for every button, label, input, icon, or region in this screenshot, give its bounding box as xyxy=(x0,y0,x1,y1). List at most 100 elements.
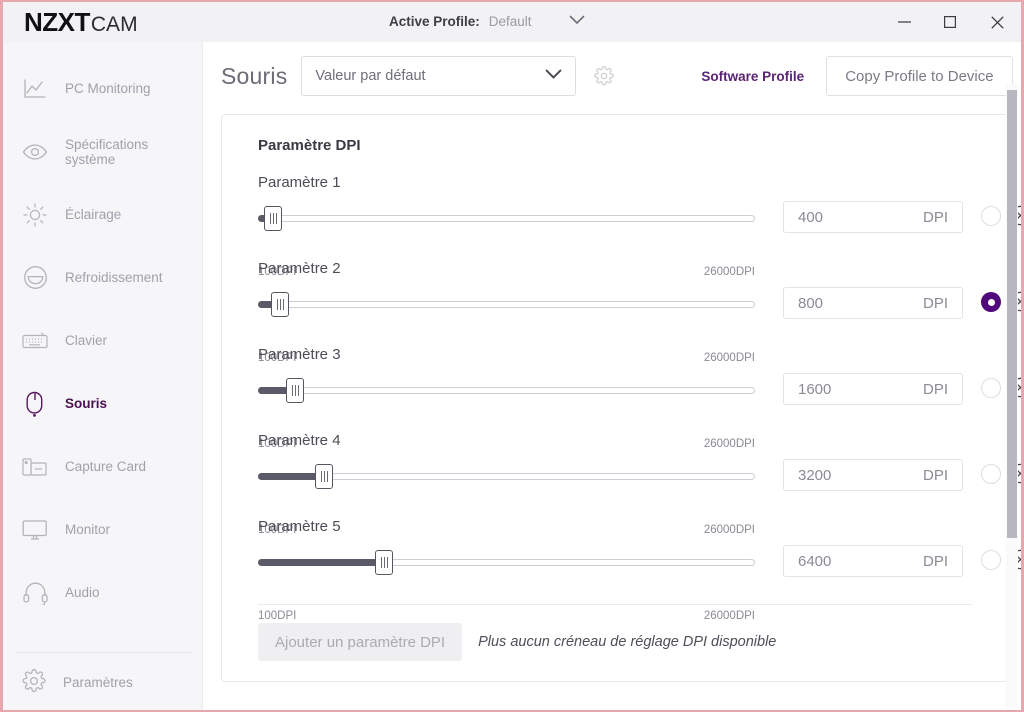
dpi-row: Paramètre 1 100DPI 26000DPI 400 DPI xyxy=(258,174,1021,278)
card-title: Paramètre DPI xyxy=(258,137,361,154)
dpi-value: 400 xyxy=(798,208,824,226)
sidebar-item-system-specs[interactable]: Spécifications système xyxy=(3,120,202,183)
dpi-settings-card: Paramètre DPI Paramètre 1 100DPI 26000DPI 4… xyxy=(221,114,1021,682)
dpi-slots-note: Plus aucun créneau de réglage DPI dispon… xyxy=(478,634,777,650)
dpi-active-radio[interactable] xyxy=(981,550,1001,570)
sidebar-item-label: PC Monitoring xyxy=(65,81,151,96)
dpi-value-input[interactable]: 800 DPI xyxy=(783,287,963,319)
chevron-down-icon xyxy=(545,68,562,84)
sidebar: PC Monitoring Spécifications système Écl… xyxy=(3,42,203,710)
cooling-icon xyxy=(22,265,48,291)
dpi-active-radio[interactable] xyxy=(981,378,1001,398)
dpi-slider-track[interactable] xyxy=(258,387,755,394)
dpi-slider[interactable]: 100DPI 26000DPI xyxy=(258,292,755,364)
dpi-value-input[interactable]: 3200 DPI xyxy=(783,459,963,491)
dpi-row-label: Paramètre 1 xyxy=(258,174,341,191)
copy-profile-label: Copy Profile to Device xyxy=(845,67,994,85)
logo-cam-text: CAM xyxy=(90,12,138,36)
dpi-row: Paramètre 4 100DPI 26000DPI 3200 DPI xyxy=(258,432,1021,536)
chevron-down-icon[interactable] xyxy=(569,12,585,30)
title-bar: NZXT CAM Active Profile: Default xyxy=(3,2,1021,42)
dpi-row-label: Paramètre 2 xyxy=(258,260,341,277)
sidebar-item-mouse[interactable]: Souris xyxy=(3,372,202,435)
dpi-slider-thumb[interactable] xyxy=(271,292,289,317)
dpi-rows-container: Paramètre 1 100DPI 26000DPI 400 DPI Paramètre… xyxy=(240,174,1021,622)
sidebar-item-audio[interactable]: Audio xyxy=(3,561,202,624)
dpi-row: Paramètre 3 100DPI 26000DPI 1600 DPI xyxy=(258,346,1021,450)
active-profile-selector[interactable]: Active Profile: Default xyxy=(389,12,585,30)
sun-icon xyxy=(22,202,48,228)
sidebar-item-label: Clavier xyxy=(65,333,108,348)
nzxt-cam-window: NZXT CAM Active Profile: Default PC Moni… xyxy=(0,0,1024,712)
dpi-active-radio[interactable] xyxy=(981,464,1001,484)
headset-icon xyxy=(22,580,48,606)
copy-profile-to-device-button[interactable]: Copy Profile to Device xyxy=(826,56,1013,96)
card-divider xyxy=(258,604,972,605)
scrollbar-thumb[interactable] xyxy=(1007,90,1017,538)
mouse-icon xyxy=(22,391,48,417)
capture-card-icon xyxy=(22,454,48,480)
sidebar-item-label: Capture Card xyxy=(65,459,147,474)
dpi-slider-range: 100DPI 26000DPI xyxy=(258,610,755,622)
sidebar-item-keyboard[interactable]: Clavier xyxy=(3,309,202,372)
dpi-slider-max-label: 26000DPI xyxy=(703,610,755,622)
sidebar-item-capture-card[interactable]: Capture Card xyxy=(3,435,202,498)
dpi-slider-min-label: 100DPI xyxy=(258,610,297,622)
dpi-slider[interactable]: 100DPI 26000DPI xyxy=(258,550,755,622)
sidebar-item-label: Audio xyxy=(65,585,100,600)
profile-select[interactable]: Valeur par défaut xyxy=(301,56,577,96)
dpi-value-input[interactable]: 1600 DPI xyxy=(783,373,963,405)
chart-line-icon xyxy=(22,76,48,102)
profile-select-value: Valeur par défaut xyxy=(315,68,426,84)
sidebar-settings-label: Paramètres xyxy=(63,674,133,690)
sidebar-item-label: Éclairage xyxy=(65,207,122,222)
sidebar-item-cooling[interactable]: Refroidissement xyxy=(3,246,202,309)
dpi-slider-thumb[interactable] xyxy=(315,464,333,489)
close-button[interactable] xyxy=(973,2,1021,42)
gear-icon xyxy=(22,668,46,696)
dpi-row: Paramètre 5 100DPI 26000DPI 6400 DPI xyxy=(258,518,1021,622)
dpi-slider-thumb[interactable] xyxy=(264,206,282,231)
add-dpi-setting-button[interactable]: Ajouter un paramètre DPI xyxy=(258,623,463,661)
sidebar-nav: PC Monitoring Spécifications système Écl… xyxy=(3,57,202,624)
maximize-button[interactable] xyxy=(927,2,973,42)
dpi-value-input[interactable]: 6400 DPI xyxy=(783,545,963,577)
sidebar-item-settings[interactable]: Paramètres xyxy=(3,654,202,710)
sidebar-item-label: Refroidissement xyxy=(65,270,163,285)
dpi-slider-thumb[interactable] xyxy=(286,378,304,403)
dpi-unit-label: DPI xyxy=(922,208,948,226)
dpi-active-radio[interactable] xyxy=(981,292,1001,312)
dpi-slider[interactable]: 100DPI 26000DPI xyxy=(258,378,755,450)
sidebar-divider xyxy=(17,652,192,653)
vertical-scrollbar[interactable] xyxy=(1006,84,1018,708)
dpi-row-label: Paramètre 4 xyxy=(258,432,341,449)
dpi-slider[interactable]: 100DPI 26000DPI xyxy=(258,464,755,536)
minimize-button[interactable] xyxy=(881,2,927,42)
dpi-slider[interactable]: 100DPI 26000DPI xyxy=(258,206,755,278)
sidebar-item-label: Souris xyxy=(65,396,108,411)
card-footer: Ajouter un paramètre DPI Plus aucun crén… xyxy=(258,623,972,661)
dpi-unit-label: DPI xyxy=(922,294,948,312)
active-profile-label: Active Profile: xyxy=(389,13,480,29)
software-profile-tab[interactable]: Software Profile xyxy=(701,69,804,84)
dpi-slider-track[interactable] xyxy=(258,301,755,308)
dpi-active-radio[interactable] xyxy=(981,206,1001,226)
sidebar-item-pc-monitoring[interactable]: PC Monitoring xyxy=(3,57,202,120)
dpi-slider-thumb[interactable] xyxy=(375,550,393,575)
active-profile-value: Default xyxy=(488,13,532,29)
dpi-unit-label: DPI xyxy=(922,552,948,570)
eye-icon xyxy=(22,139,48,165)
dpi-slider-track[interactable] xyxy=(258,215,755,222)
profile-settings-gear-icon[interactable] xyxy=(593,65,615,87)
page-toolbar: Souris Valeur par défaut Software Profil… xyxy=(203,42,1021,110)
sidebar-item-lighting[interactable]: Éclairage xyxy=(3,183,202,246)
dpi-value-input[interactable]: 400 DPI xyxy=(783,201,963,233)
main-panel: Souris Valeur par défaut Software Profil… xyxy=(203,42,1021,710)
dpi-row-label: Paramètre 3 xyxy=(258,346,341,363)
monitor-icon xyxy=(22,517,48,543)
dpi-row-label: Paramètre 5 xyxy=(258,518,341,535)
dpi-row: Paramètre 2 100DPI 26000DPI 800 DPI xyxy=(258,260,1021,364)
page-title: Souris xyxy=(221,62,288,89)
keyboard-icon xyxy=(22,328,48,354)
sidebar-item-monitor[interactable]: Monitor xyxy=(3,498,202,561)
